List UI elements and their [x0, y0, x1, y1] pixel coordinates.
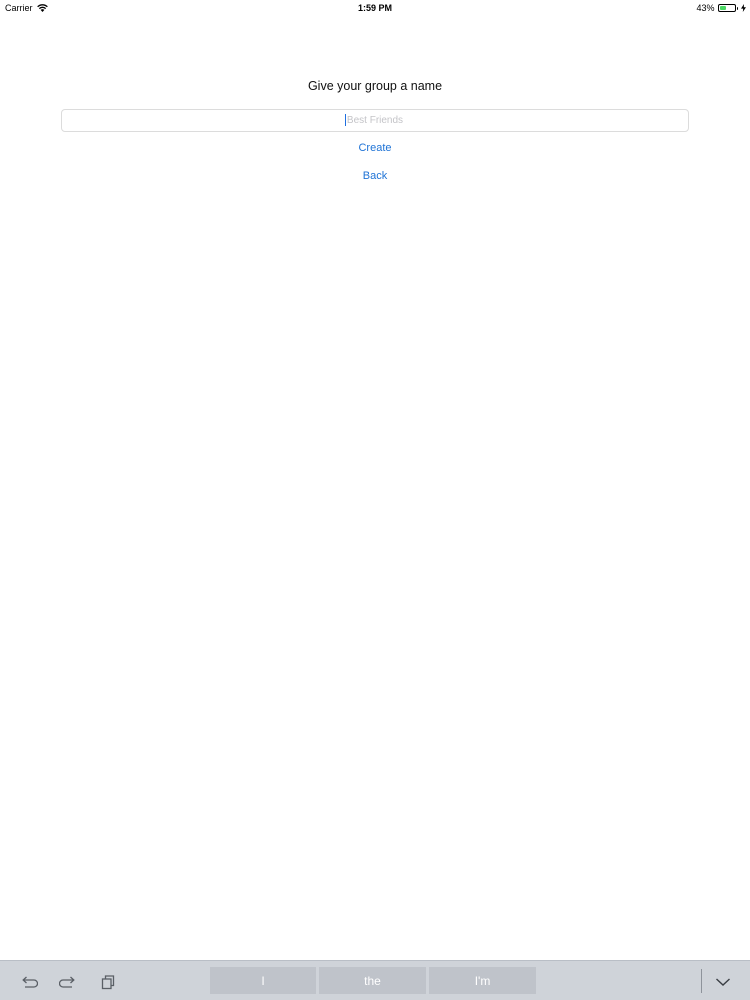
redo-icon [59, 976, 75, 988]
undo-button[interactable] [18, 973, 40, 991]
suggestion-1[interactable]: I [210, 967, 316, 994]
page-title: Give your group a name [307, 79, 443, 93]
battery-fill [719, 6, 726, 10]
redo-button[interactable] [57, 973, 79, 991]
keyboard-shortcut-bar: I the I'm [0, 960, 750, 1000]
battery-percent: 43% [696, 3, 715, 13]
suggestion-3[interactable]: I'm [429, 967, 536, 994]
paste-button[interactable] [97, 973, 119, 991]
charging-bolt-icon [741, 4, 746, 12]
text-caret [345, 114, 346, 126]
suggestion-2[interactable]: the [319, 967, 426, 994]
undo-icon [22, 976, 38, 988]
bar-divider [701, 969, 702, 993]
battery-body [717, 4, 736, 12]
paste-icon [101, 975, 115, 990]
group-name-input[interactable] [61, 109, 689, 132]
back-button[interactable]: Back [0, 170, 750, 182]
create-button[interactable]: Create [0, 142, 750, 154]
status-right: 43% [696, 3, 746, 13]
keyboard-dismiss-icon [716, 978, 730, 986]
screen: Carrier 1:59 PM 43% Give your group a na… [0, 0, 750, 1000]
battery-icon [717, 4, 738, 12]
dismiss-keyboard-button[interactable] [713, 974, 733, 990]
battery-cap [736, 6, 738, 10]
status-time: 1:59 PM [357, 3, 392, 13]
status-bar: Carrier 1:59 PM 43% [0, 0, 750, 16]
